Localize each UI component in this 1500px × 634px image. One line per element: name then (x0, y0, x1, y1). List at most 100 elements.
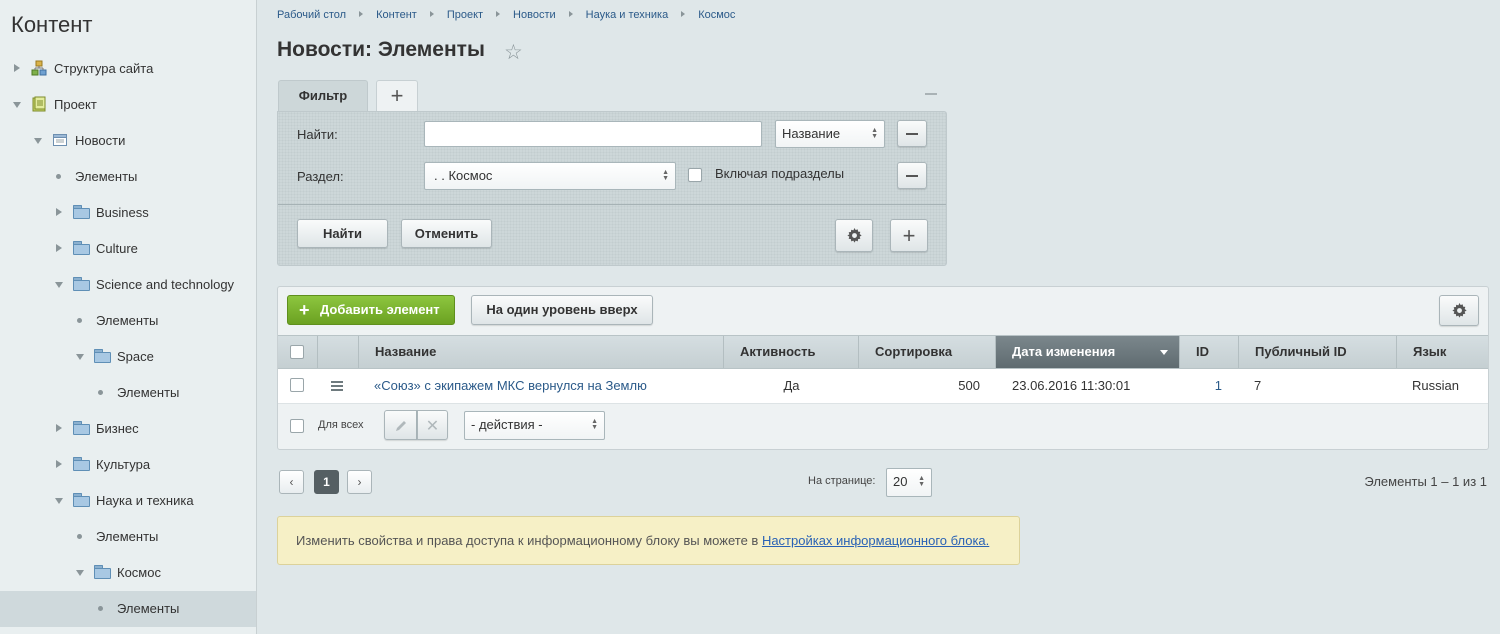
cancel-button[interactable]: Отменить (401, 219, 492, 248)
column-header-language[interactable]: Язык (1397, 336, 1488, 368)
edit-selected-button[interactable] (384, 410, 417, 440)
next-page-button[interactable]: › (347, 470, 372, 494)
minimize-filter-icon[interactable] (925, 93, 937, 95)
iblock-type-icon (31, 96, 47, 112)
chevron-down-icon[interactable] (76, 570, 84, 576)
gear-icon (847, 228, 862, 243)
tree-item-label: Новости (75, 133, 126, 148)
row-date: 23.06.2016 11:30:01 (1012, 378, 1131, 393)
per-page-select[interactable]: 20 ▲ ▼ (886, 468, 932, 497)
tree-item-space[interactable]: Space (0, 339, 256, 375)
tree-item-elements-selected[interactable]: Элементы (0, 591, 256, 627)
tree-item-elements[interactable]: Элементы (0, 159, 256, 195)
tree-item-nauka-i-tehnika[interactable]: Наука и техника (0, 483, 256, 519)
bullet-icon (98, 390, 103, 395)
tree-item-science-and-technology[interactable]: Science and technology (0, 267, 256, 303)
tree-item-kultura[interactable]: Культура (0, 447, 256, 483)
row-name-link[interactable]: «Союз» с экипажем МКС вернулся на Землю (374, 369, 647, 403)
tree-item-project[interactable]: Проект (0, 87, 256, 123)
breadcrumb-item[interactable]: Космос (698, 9, 735, 21)
delete-selected-button[interactable]: ✕ (417, 410, 448, 440)
chevron-down-icon[interactable] (55, 282, 63, 288)
breadcrumb-item[interactable]: Наука и техника (586, 9, 669, 21)
table-row[interactable]: «Союз» с экипажем МКС вернулся на Землю … (278, 369, 1488, 404)
sort-desc-icon (1160, 350, 1168, 355)
per-page-label: На странице: (808, 475, 876, 487)
include-subsections-checkbox[interactable] (688, 168, 702, 182)
list-settings-button[interactable] (1439, 295, 1479, 326)
for-all-label: Для всех (318, 419, 364, 431)
tab-filter[interactable]: Фильтр (278, 80, 368, 113)
row-menu-icon[interactable] (331, 381, 343, 391)
add-filter-tab-button[interactable]: + (376, 80, 418, 111)
folder-icon (94, 349, 111, 363)
tree-item-biznes[interactable]: Бизнес (0, 411, 256, 447)
per-page-select-value: 20 (893, 474, 908, 489)
tree-item-label: Элементы (96, 313, 159, 328)
spinner-arrows-icon: ▲ ▼ (591, 418, 598, 431)
chevron-right-icon[interactable] (14, 64, 20, 72)
tree-item-label: Структура сайта (54, 61, 154, 76)
for-all-checkbox[interactable] (290, 419, 304, 433)
plus-icon: + (902, 223, 916, 248)
row-checkbox[interactable] (290, 378, 304, 392)
remove-find-row-button[interactable] (897, 120, 927, 147)
tree-item-elements[interactable]: Элементы (0, 519, 256, 555)
remove-section-row-button[interactable] (897, 162, 927, 189)
breadcrumb-item[interactable]: Новости (513, 9, 556, 21)
chevron-down-icon[interactable] (55, 498, 63, 504)
prev-page-button[interactable]: ‹ (279, 470, 304, 494)
column-header-name[interactable]: Название (359, 336, 724, 368)
breadcrumb: Рабочий стол Контент Проект Новости Наука и … (277, 9, 735, 21)
chevron-right-icon[interactable] (56, 424, 62, 432)
chevron-right-icon[interactable] (56, 208, 62, 216)
breadcrumb-item[interactable]: Рабочий стол (277, 9, 346, 21)
tree-item-kosmos[interactable]: Космос (0, 555, 256, 591)
page-1-button[interactable]: 1 (314, 470, 339, 494)
chevron-right-icon (568, 11, 573, 17)
find-field-select[interactable]: Название ▲ ▼ (775, 120, 885, 148)
level-up-button[interactable]: На один уровень вверх (471, 295, 653, 325)
select-all-checkbox[interactable] (290, 345, 304, 359)
row-id-link[interactable]: 1 (1180, 369, 1222, 403)
bullet-icon (77, 318, 82, 323)
add-element-button[interactable]: + Добавить элемент (287, 295, 455, 325)
section-label: Раздел: (297, 169, 344, 184)
iblock-icon (52, 132, 68, 148)
section-select[interactable]: . . Космос ▲ ▼ (424, 162, 676, 190)
info-message: Изменить свойства и права доступа к инфо… (277, 516, 1020, 565)
minus-icon (906, 133, 918, 135)
tree-item-business[interactable]: Business (0, 195, 256, 231)
star-icon[interactable]: ☆ (504, 40, 523, 65)
chevron-down-icon[interactable] (76, 354, 84, 360)
filter-settings-button[interactable] (835, 219, 873, 252)
tree-item-label: Space (117, 349, 154, 364)
site-structure-icon (31, 60, 47, 76)
tree-item-news[interactable]: Новости (0, 123, 256, 159)
tree-item-site-structure[interactable]: Структура сайта (0, 51, 256, 87)
tree-item-elements[interactable]: Элементы (0, 303, 256, 339)
row-sort: 500 (958, 378, 980, 393)
add-filter-field-button[interactable]: + (890, 219, 928, 252)
spinner-arrows-icon: ▲ ▼ (662, 169, 669, 182)
tree-item-elements[interactable]: Элементы (0, 375, 256, 411)
info-text: Изменить свойства и права доступа к инфо… (296, 533, 762, 548)
breadcrumb-item[interactable]: Контент (376, 9, 417, 21)
chevron-down-icon[interactable] (13, 102, 21, 108)
chevron-down-icon[interactable] (34, 138, 42, 144)
column-header-sort[interactable]: Сортировка (859, 336, 996, 368)
iblock-settings-link[interactable]: Настройках информационного блока. (762, 533, 989, 548)
group-actions-select[interactable]: - действия - ▲ ▼ (464, 411, 605, 440)
tree-item-culture[interactable]: Culture (0, 231, 256, 267)
chevron-right-icon[interactable] (56, 244, 62, 252)
find-input[interactable] (424, 121, 762, 147)
column-header-active[interactable]: Активность (724, 336, 859, 368)
find-button[interactable]: Найти (297, 219, 388, 248)
column-header-public-id[interactable]: Публичный ID (1239, 336, 1397, 368)
breadcrumb-item[interactable]: Проект (447, 9, 483, 21)
chevron-right-icon[interactable] (56, 460, 62, 468)
column-header-date[interactable]: Дата изменения (996, 336, 1180, 368)
folder-icon (73, 277, 90, 291)
column-header-id[interactable]: ID (1180, 336, 1239, 368)
chevron-right-icon (681, 11, 686, 17)
